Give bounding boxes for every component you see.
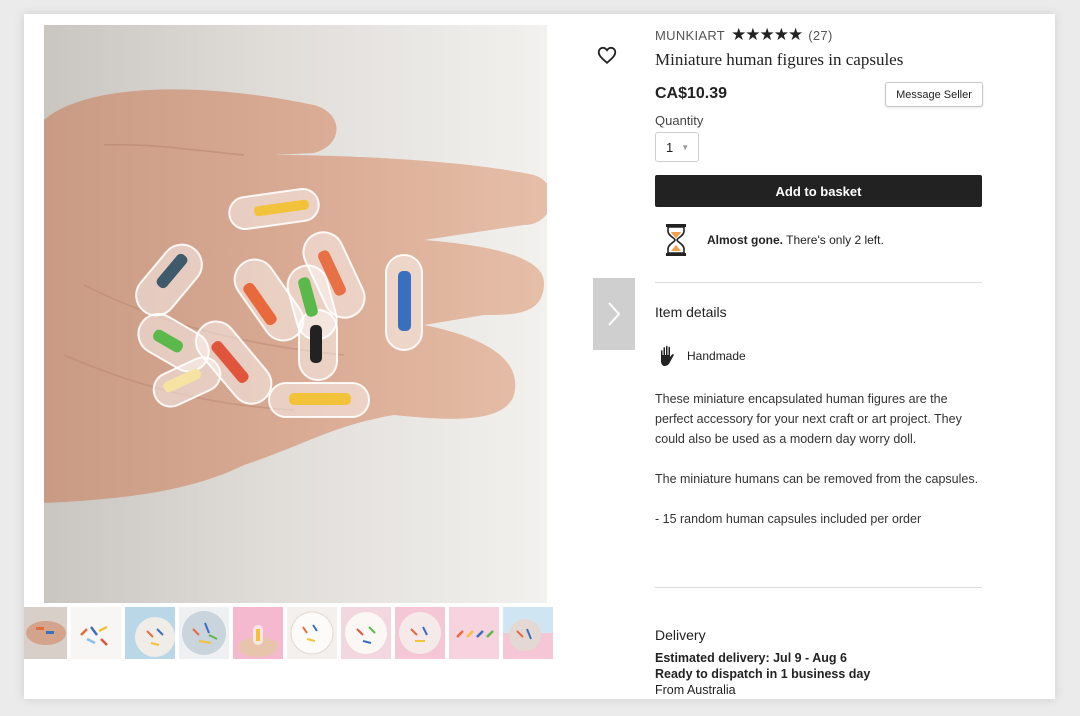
- review-count[interactable]: (27): [808, 28, 832, 43]
- caret-down-icon: ▼: [681, 142, 690, 152]
- hand-icon: [661, 345, 674, 366]
- handmade-badge: Handmade: [657, 344, 746, 368]
- product-title: Miniature human figures in capsules: [655, 50, 904, 69]
- favorite-button[interactable]: [596, 44, 618, 66]
- quantity-select[interactable]: 1 ▼: [655, 132, 699, 162]
- rating-stars[interactable]: ★★★★★: [731, 25, 803, 45]
- thumbnail-strip: [24, 607, 584, 660]
- description-paragraph: These miniature encapsulated human figur…: [655, 392, 962, 446]
- thumbnail[interactable]: [179, 607, 229, 659]
- description-paragraph: - 15 random human capsules included per …: [655, 512, 922, 526]
- estimated-delivery: Estimated delivery: Jul 9 - Aug 6: [655, 651, 847, 665]
- thumbnail[interactable]: [449, 607, 499, 659]
- item-description: These miniature encapsulated human figur…: [655, 389, 985, 549]
- chevron-right-icon: [608, 302, 621, 326]
- item-details-heading: Item details: [655, 304, 727, 320]
- shop-header: MUNKIART ★★★★★ (27): [655, 25, 833, 45]
- thumbnail[interactable]: [503, 607, 553, 659]
- hourglass-icon: [666, 224, 686, 256]
- handmade-label: Handmade: [687, 349, 746, 363]
- delivery-heading: Delivery: [655, 627, 706, 643]
- main-product-image[interactable]: [44, 25, 547, 603]
- message-seller-button[interactable]: Message Seller: [885, 82, 983, 107]
- scarcity-text: There's only 2 left.: [783, 233, 884, 247]
- thumbnail[interactable]: [341, 607, 391, 659]
- next-image-button[interactable]: [593, 278, 635, 350]
- dispatch-time: Ready to dispatch in 1 business day: [655, 667, 871, 681]
- product-price: CA$10.39: [655, 85, 728, 102]
- heart-icon: [597, 46, 617, 64]
- quantity-value: 1: [666, 139, 674, 155]
- scarcity-notice: Almost gone. There's only 2 left.: [665, 222, 884, 258]
- thumbnail[interactable]: [287, 607, 337, 659]
- shop-name[interactable]: MUNKIART: [655, 28, 725, 43]
- add-to-basket-button[interactable]: Add to basket: [655, 175, 982, 207]
- scarcity-emphasis: Almost gone.: [707, 233, 784, 247]
- ships-from: From Australia: [655, 683, 736, 697]
- quantity-label: Quantity: [655, 113, 704, 128]
- listing-card: MUNKIART ★★★★★ (27) Miniature human figu…: [24, 14, 1055, 699]
- thumbnail[interactable]: [125, 607, 175, 659]
- thumbnail[interactable]: [233, 607, 283, 659]
- divider: [655, 282, 982, 283]
- thumbnail[interactable]: [24, 607, 67, 659]
- description-paragraph: The miniature humans can be removed from…: [655, 472, 979, 486]
- divider: [655, 587, 982, 588]
- thumbnail[interactable]: [71, 607, 121, 659]
- thumbnail[interactable]: [395, 607, 445, 659]
